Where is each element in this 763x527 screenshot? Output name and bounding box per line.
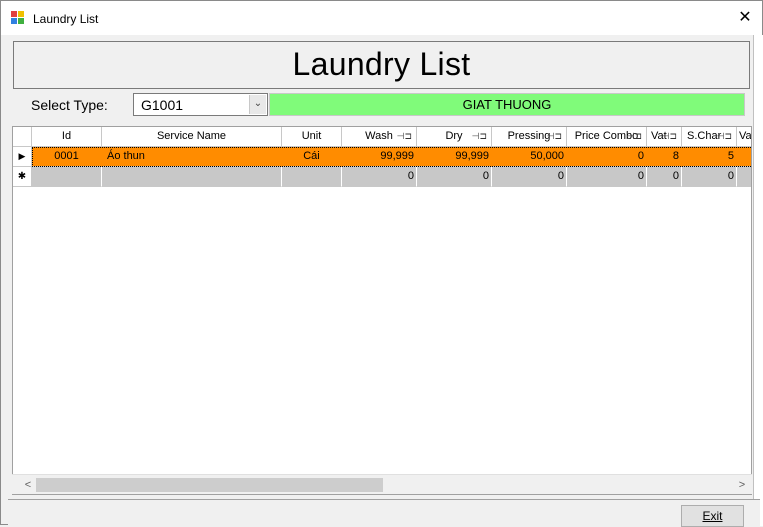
new-row-asterisk-icon: ✱: [13, 167, 32, 187]
column-header-price-combo[interactable]: Price Combo ⊣⊐: [567, 127, 647, 147]
cell-id[interactable]: [32, 167, 102, 187]
scrollbar-thumb[interactable]: [36, 478, 383, 492]
cell-dry[interactable]: 99,999: [417, 147, 492, 167]
app-icon: [11, 11, 25, 25]
header-panel: Laundry List: [13, 41, 750, 89]
cell-price-combo[interactable]: 0: [567, 167, 647, 187]
cell-service-name[interactable]: Áo thun: [102, 147, 282, 167]
pin-icon[interactable]: ⊣⊐: [627, 127, 642, 146]
cell-unit[interactable]: Cái: [282, 147, 342, 167]
cell-vat[interactable]: 0: [647, 167, 682, 187]
pin-icon[interactable]: ⊣⊐: [662, 127, 677, 146]
cell-s-char[interactable]: 5: [682, 147, 737, 167]
footer-panel: Exit: [8, 499, 760, 527]
row-header-corner: [13, 127, 32, 147]
laundry-list-window: Laundry List ✕ Laundry List Select Type:…: [0, 0, 763, 527]
window-title: Laundry List: [33, 12, 99, 26]
cell-dry[interactable]: 0: [417, 167, 492, 187]
background-window-edge: [753, 35, 763, 526]
column-header-service-name[interactable]: Service Name: [102, 127, 282, 147]
cell-wash[interactable]: 99,999: [342, 147, 417, 167]
current-row-arrow-icon[interactable]: ▶: [13, 147, 32, 167]
scroll-right-icon[interactable]: >: [734, 477, 750, 493]
page-title: Laundry List: [292, 46, 471, 82]
select-type-label: Select Type:: [31, 97, 108, 113]
horizontal-scrollbar[interactable]: < >: [12, 474, 752, 494]
select-type-dropdown[interactable]: G1001 ⌄: [133, 93, 268, 116]
chevron-down-icon[interactable]: ⌄: [249, 95, 266, 114]
column-header-va[interactable]: Va: [737, 127, 751, 147]
cell-vat[interactable]: 8: [647, 147, 682, 167]
cell-pressing[interactable]: 0: [492, 167, 567, 187]
cell-id[interactable]: 0001: [32, 147, 102, 167]
cell-service-name[interactable]: [102, 167, 282, 187]
scroll-left-icon[interactable]: <: [20, 477, 36, 493]
cell-wash[interactable]: 0: [342, 167, 417, 187]
pin-icon[interactable]: ⊣⊐: [717, 127, 732, 146]
column-header-s-char[interactable]: S.Char ⊣⊐: [682, 127, 737, 147]
cell-va[interactable]: [737, 147, 751, 167]
title-bar: Laundry List ✕: [1, 1, 762, 35]
pin-icon[interactable]: ⊣⊐: [547, 127, 562, 146]
select-type-value: G1001: [141, 97, 184, 113]
laundry-grid[interactable]: Id Service Name Unit Wash ⊣⊐ Dry ⊣⊐ Pressi…: [12, 126, 752, 495]
close-button[interactable]: ✕: [731, 7, 759, 31]
column-header-dry[interactable]: Dry ⊣⊐: [417, 127, 492, 147]
cell-va[interactable]: [737, 167, 751, 187]
cell-pressing[interactable]: 50,000: [492, 147, 567, 167]
column-header-unit[interactable]: Unit: [282, 127, 342, 147]
exit-button[interactable]: Exit: [681, 505, 744, 527]
cell-price-combo[interactable]: 0: [567, 147, 647, 167]
type-name-display: GIAT THUONG: [269, 93, 745, 116]
column-header-id[interactable]: Id: [32, 127, 102, 147]
cell-unit[interactable]: [282, 167, 342, 187]
column-header-wash[interactable]: Wash ⊣⊐: [342, 127, 417, 147]
pin-icon[interactable]: ⊣⊐: [397, 127, 412, 146]
cell-s-char[interactable]: 0: [682, 167, 737, 187]
column-header-vat[interactable]: Vat ⊣⊐: [647, 127, 682, 147]
column-header-pressing[interactable]: Pressing ⊣⊐: [492, 127, 567, 147]
pin-icon[interactable]: ⊣⊐: [472, 127, 487, 146]
